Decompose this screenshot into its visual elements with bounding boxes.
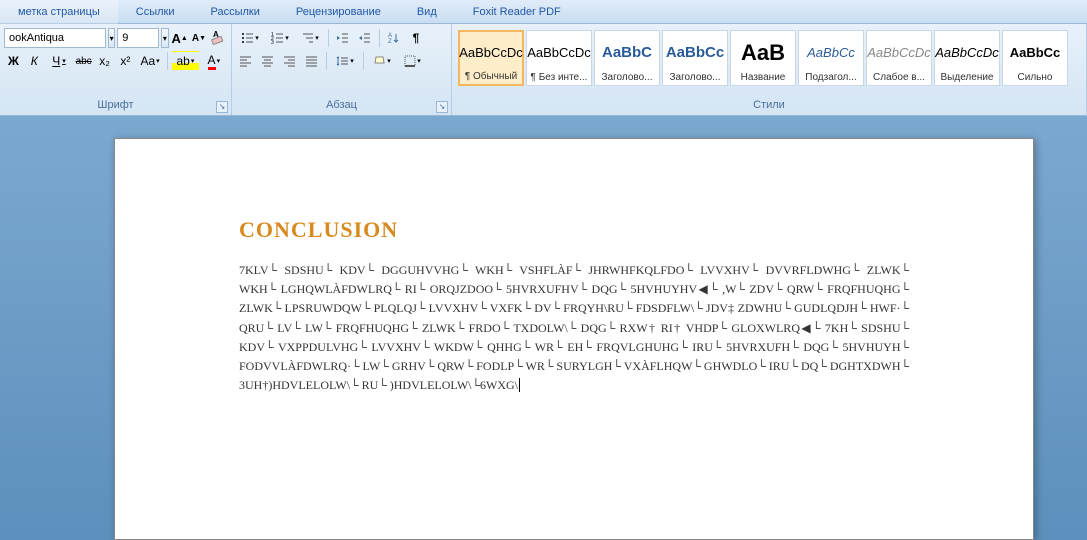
- align-center-icon: [261, 54, 275, 68]
- shrink-font-button[interactable]: A▼: [191, 28, 207, 48]
- styles-group: AaBbCcDc¶ ОбычныйAaBbCcDc¶ Без инте...Aa…: [452, 24, 1087, 115]
- highlight-button[interactable]: ab▾: [172, 51, 198, 71]
- style-item-6[interactable]: AaBbCcDcСлабое в...: [866, 30, 932, 86]
- numbering-icon: 123: [271, 31, 285, 45]
- align-left-icon: [239, 54, 253, 68]
- svg-text:A: A: [213, 30, 219, 39]
- style-item-3[interactable]: AaBbCcЗаголово...: [662, 30, 728, 86]
- align-right-icon: [283, 54, 297, 68]
- line-spacing-button[interactable]: ▾: [331, 51, 359, 71]
- menu-foxit[interactable]: Foxit Reader PDF: [455, 0, 579, 24]
- style-label: Сильно: [1005, 72, 1065, 83]
- style-item-4[interactable]: AaBНазвание: [730, 30, 796, 86]
- underline-button[interactable]: Ч▾: [46, 51, 72, 71]
- font-color-button[interactable]: A▾: [201, 51, 227, 71]
- style-preview: AaBbC: [602, 33, 652, 72]
- menu-links[interactable]: Ссылки: [118, 0, 193, 24]
- sort-icon: AZ: [387, 31, 401, 45]
- style-label: ¶ Без инте...: [529, 72, 589, 83]
- change-case-button[interactable]: Aa▾: [137, 51, 163, 71]
- grow-font-button[interactable]: A▲: [171, 28, 189, 48]
- eraser-icon: A: [210, 30, 226, 46]
- italic-button[interactable]: К: [25, 51, 44, 71]
- show-marks-button[interactable]: ¶: [406, 28, 426, 48]
- justify-icon: [305, 54, 319, 68]
- svg-text:Z: Z: [388, 39, 392, 45]
- borders-button[interactable]: ▾: [398, 51, 426, 71]
- bucket-icon: [373, 54, 387, 68]
- align-right-button[interactable]: [280, 51, 300, 71]
- menu-page-layout[interactable]: метка страницы: [0, 0, 118, 24]
- style-item-8[interactable]: AaBbCcСильно: [1002, 30, 1068, 86]
- menu-view[interactable]: Вид: [399, 0, 455, 24]
- style-item-7[interactable]: AaBbCcDcВыделение: [934, 30, 1000, 86]
- multilevel-button[interactable]: ▾: [296, 28, 324, 48]
- style-label: Слабое в...: [869, 72, 929, 83]
- line-spacing-icon: [336, 54, 350, 68]
- bold-button[interactable]: Ж: [4, 51, 23, 71]
- sort-button[interactable]: AZ: [384, 28, 404, 48]
- font-name-dropdown[interactable]: ▾: [108, 28, 115, 48]
- style-label: Название: [733, 72, 793, 83]
- menu-review[interactable]: Рецензирование: [278, 0, 399, 24]
- workspace: CONCLUSION 7KLV└ SDSHU└ KDV└ DGGUHVVHG└ …: [0, 116, 1087, 540]
- shading-button[interactable]: ▾: [368, 51, 396, 71]
- styles-gallery: AaBbCcDc¶ ОбычныйAaBbCcDc¶ Без инте...Aa…: [456, 28, 1070, 95]
- style-item-0[interactable]: AaBbCcDc¶ Обычный: [458, 30, 524, 86]
- decrease-indent-button[interactable]: [333, 28, 353, 48]
- document-page[interactable]: CONCLUSION 7KLV└ SDSHU└ KDV└ DGGUHVVHG└ …: [114, 138, 1034, 540]
- style-label: Подзагол...: [801, 72, 861, 83]
- font-name-input[interactable]: [4, 28, 106, 48]
- align-center-button[interactable]: [258, 51, 278, 71]
- menubar: метка страницы Ссылки Рассылки Рецензиро…: [0, 0, 1087, 24]
- style-preview: AaBbCcDc: [867, 33, 931, 72]
- style-label: ¶ Обычный: [462, 71, 520, 82]
- indent-left-icon: [336, 31, 350, 45]
- style-preview: AaBbCc: [1010, 33, 1061, 72]
- increase-indent-button[interactable]: [355, 28, 375, 48]
- style-item-5[interactable]: AaBbCcПодзагол...: [798, 30, 864, 86]
- menu-mailings[interactable]: Рассылки: [193, 0, 278, 24]
- font-group-label: Шрифт ↘: [0, 99, 231, 115]
- font-size-dropdown[interactable]: ▾: [161, 28, 168, 48]
- svg-text:3: 3: [271, 40, 274, 45]
- style-preview: AaBbCcDc: [935, 33, 999, 72]
- paragraph-dialog-launcher[interactable]: ↘: [436, 101, 448, 113]
- style-item-2[interactable]: AaBbCЗаголово...: [594, 30, 660, 86]
- paragraph-group-label: Абзац ↘: [232, 99, 451, 115]
- style-label: Заголово...: [597, 72, 657, 83]
- style-label: Выделение: [937, 72, 997, 83]
- justify-button[interactable]: [302, 51, 322, 71]
- style-label: Заголово...: [665, 72, 725, 83]
- style-preview: AaBbCcDc: [527, 33, 591, 72]
- font-group: ▾ ▾ A▲ A▼ A Ж К Ч▾ abc x₂ x² Aa▾ ab▾ A▾: [0, 24, 232, 115]
- bullets-button[interactable]: ▾: [236, 28, 264, 48]
- numbering-button[interactable]: 123▾: [266, 28, 294, 48]
- document-heading: CONCLUSION: [239, 217, 909, 243]
- document-body: 7KLV└ SDSHU└ KDV└ DGGUHVVHG└ WKH└ VSHFLÀ…: [239, 261, 909, 395]
- superscript-button[interactable]: x²: [116, 51, 135, 71]
- style-preview: AaB: [741, 33, 785, 72]
- style-preview: AaBbCcDc: [459, 34, 523, 71]
- style-item-1[interactable]: AaBbCcDc¶ Без инте...: [526, 30, 592, 86]
- borders-icon: [403, 54, 417, 68]
- styles-group-label: Стили: [452, 99, 1086, 115]
- font-size-input[interactable]: [117, 28, 159, 48]
- ribbon: ▾ ▾ A▲ A▼ A Ж К Ч▾ abc x₂ x² Aa▾ ab▾ A▾: [0, 24, 1087, 116]
- font-dialog-launcher[interactable]: ↘: [216, 101, 228, 113]
- text-cursor: [519, 378, 520, 392]
- multilevel-icon: [301, 31, 315, 45]
- indent-right-icon: [358, 31, 372, 45]
- paragraph-group: ▾ 123▾ ▾ AZ ¶ ▾ ▾ ▾: [232, 24, 452, 115]
- clear-format-button[interactable]: A: [209, 28, 227, 48]
- bullets-icon: [241, 31, 255, 45]
- strike-button[interactable]: abc: [74, 51, 93, 71]
- style-preview: AaBbCc: [666, 33, 724, 72]
- subscript-button[interactable]: x₂: [95, 51, 114, 71]
- style-preview: AaBbCc: [807, 33, 855, 72]
- align-left-button[interactable]: [236, 51, 256, 71]
